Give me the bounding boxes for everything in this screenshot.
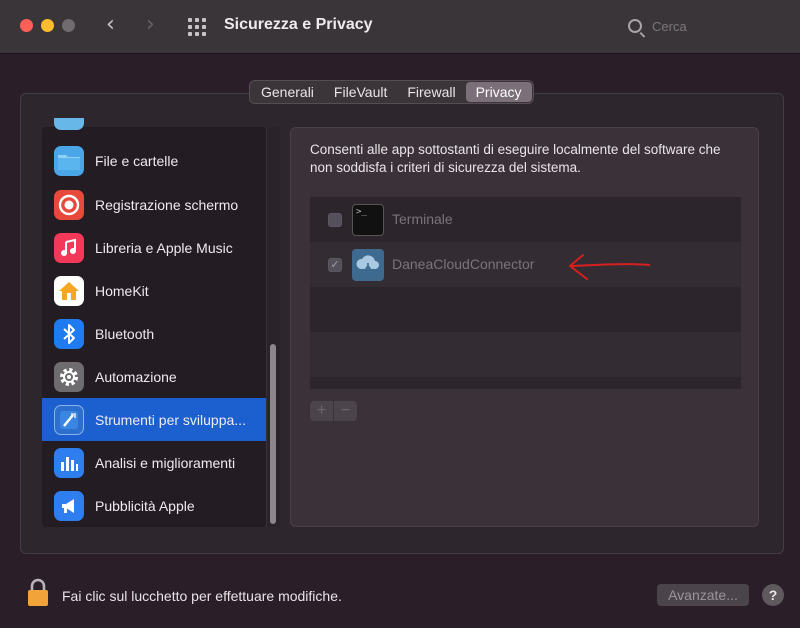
tab-generali[interactable]: Generali (251, 82, 324, 102)
lock-instruction[interactable]: Fai clic sul lucchetto per effettuare mo… (62, 588, 342, 604)
tab-firewall[interactable]: Firewall (397, 82, 465, 102)
sidebar-item-label: Analisi e miglioramenti (95, 454, 236, 471)
search-input[interactable]: Cerca (620, 12, 790, 42)
home-icon (54, 275, 84, 306)
terminal-icon: >_ (352, 204, 384, 236)
back-button[interactable]: ‹ (106, 14, 115, 36)
forward-button[interactable]: › (146, 14, 155, 36)
list-item (310, 287, 741, 332)
advanced-button[interactable]: Avanzate... (657, 584, 749, 606)
cloud-connector-icon (352, 249, 384, 281)
sidebar-item-developer-tools[interactable]: Strumenti per sviluppa... (42, 398, 266, 441)
title-bar: ‹ › Sicurezza e Privacy Cerca (0, 0, 800, 54)
app-name: Terminale (392, 211, 453, 227)
sidebar-item-files-folders[interactable]: File e cartelle (42, 139, 266, 182)
sidebar-item-label: Strumenti per sviluppa... (95, 411, 246, 428)
terminal-checkbox[interactable] (328, 213, 342, 227)
search-placeholder: Cerca (652, 19, 687, 34)
sidebar-item-label: Libreria e Apple Music (95, 239, 233, 256)
sidebar-item-homekit[interactable]: HomeKit (42, 269, 266, 312)
cut-off-category-icon (54, 118, 84, 130)
sidebar-item-label: Bluetooth (95, 325, 155, 342)
sidebar-item-screen-recording[interactable]: Registrazione schermo (42, 183, 266, 226)
sidebar-item-label: File e cartelle (95, 152, 179, 169)
folder-icon (54, 145, 84, 176)
sidebar-item-music-library[interactable]: Libreria e Apple Music (42, 226, 266, 269)
remove-app-button[interactable]: − (334, 401, 357, 421)
add-app-button[interactable]: + (310, 401, 333, 421)
list-item[interactable]: >_ Terminale (310, 197, 741, 242)
tab-privacy[interactable]: Privacy (465, 82, 532, 102)
sidebar-item-label: Pubblicità Apple (95, 497, 195, 514)
list-item[interactable]: ✓ DaneaCloudConnector (310, 242, 741, 287)
list-item (310, 332, 741, 377)
sidebar-item-analytics[interactable]: Analisi e miglioramenti (42, 441, 266, 484)
close-window-button[interactable] (20, 19, 33, 32)
lock-icon[interactable] (27, 577, 49, 607)
sidebar-item-label: HomeKit (95, 282, 149, 299)
sidebar-item-automation[interactable]: Automazione (42, 355, 266, 398)
sidebar-item-label: Registrazione schermo (95, 196, 239, 213)
megaphone-icon (54, 490, 84, 521)
sidebar-item-bluetooth[interactable]: Bluetooth (42, 312, 266, 355)
tab-filevault[interactable]: FileVault (324, 82, 397, 102)
tab-bar: Generali FileVault Firewall Privacy (249, 80, 534, 104)
minimize-window-button[interactable] (41, 19, 54, 32)
zoom-window-button[interactable] (62, 19, 75, 32)
gear-icon (54, 361, 84, 392)
add-remove-control: + − (310, 401, 357, 421)
window-title: Sicurezza e Privacy (224, 16, 373, 33)
screen-record-icon (54, 189, 84, 220)
search-icon (628, 19, 642, 33)
sidebar-item-label: Automazione (95, 368, 177, 385)
developer-tools-icon (54, 404, 84, 435)
music-note-icon (54, 232, 84, 263)
list-item (310, 377, 741, 389)
app-name: DaneaCloudConnector (392, 256, 535, 272)
help-button[interactable]: ? (762, 584, 784, 606)
show-all-grid-icon[interactable] (188, 18, 206, 36)
danea-checkbox[interactable]: ✓ (328, 258, 342, 272)
privacy-category-list: File e cartelle Registrazione schermo Li… (42, 127, 266, 527)
bar-chart-icon (54, 447, 84, 478)
red-arrow-annotation (569, 254, 650, 280)
app-list: >_ Terminale ✓ DaneaCloudConnector (310, 197, 741, 389)
pane-description: Consenti alle app sottostanti di eseguir… (310, 142, 721, 175)
bluetooth-icon (54, 318, 84, 349)
sidebar-scrollbar-thumb[interactable] (270, 344, 276, 524)
sidebar-item-apple-advertising[interactable]: Pubblicità Apple (42, 484, 266, 527)
